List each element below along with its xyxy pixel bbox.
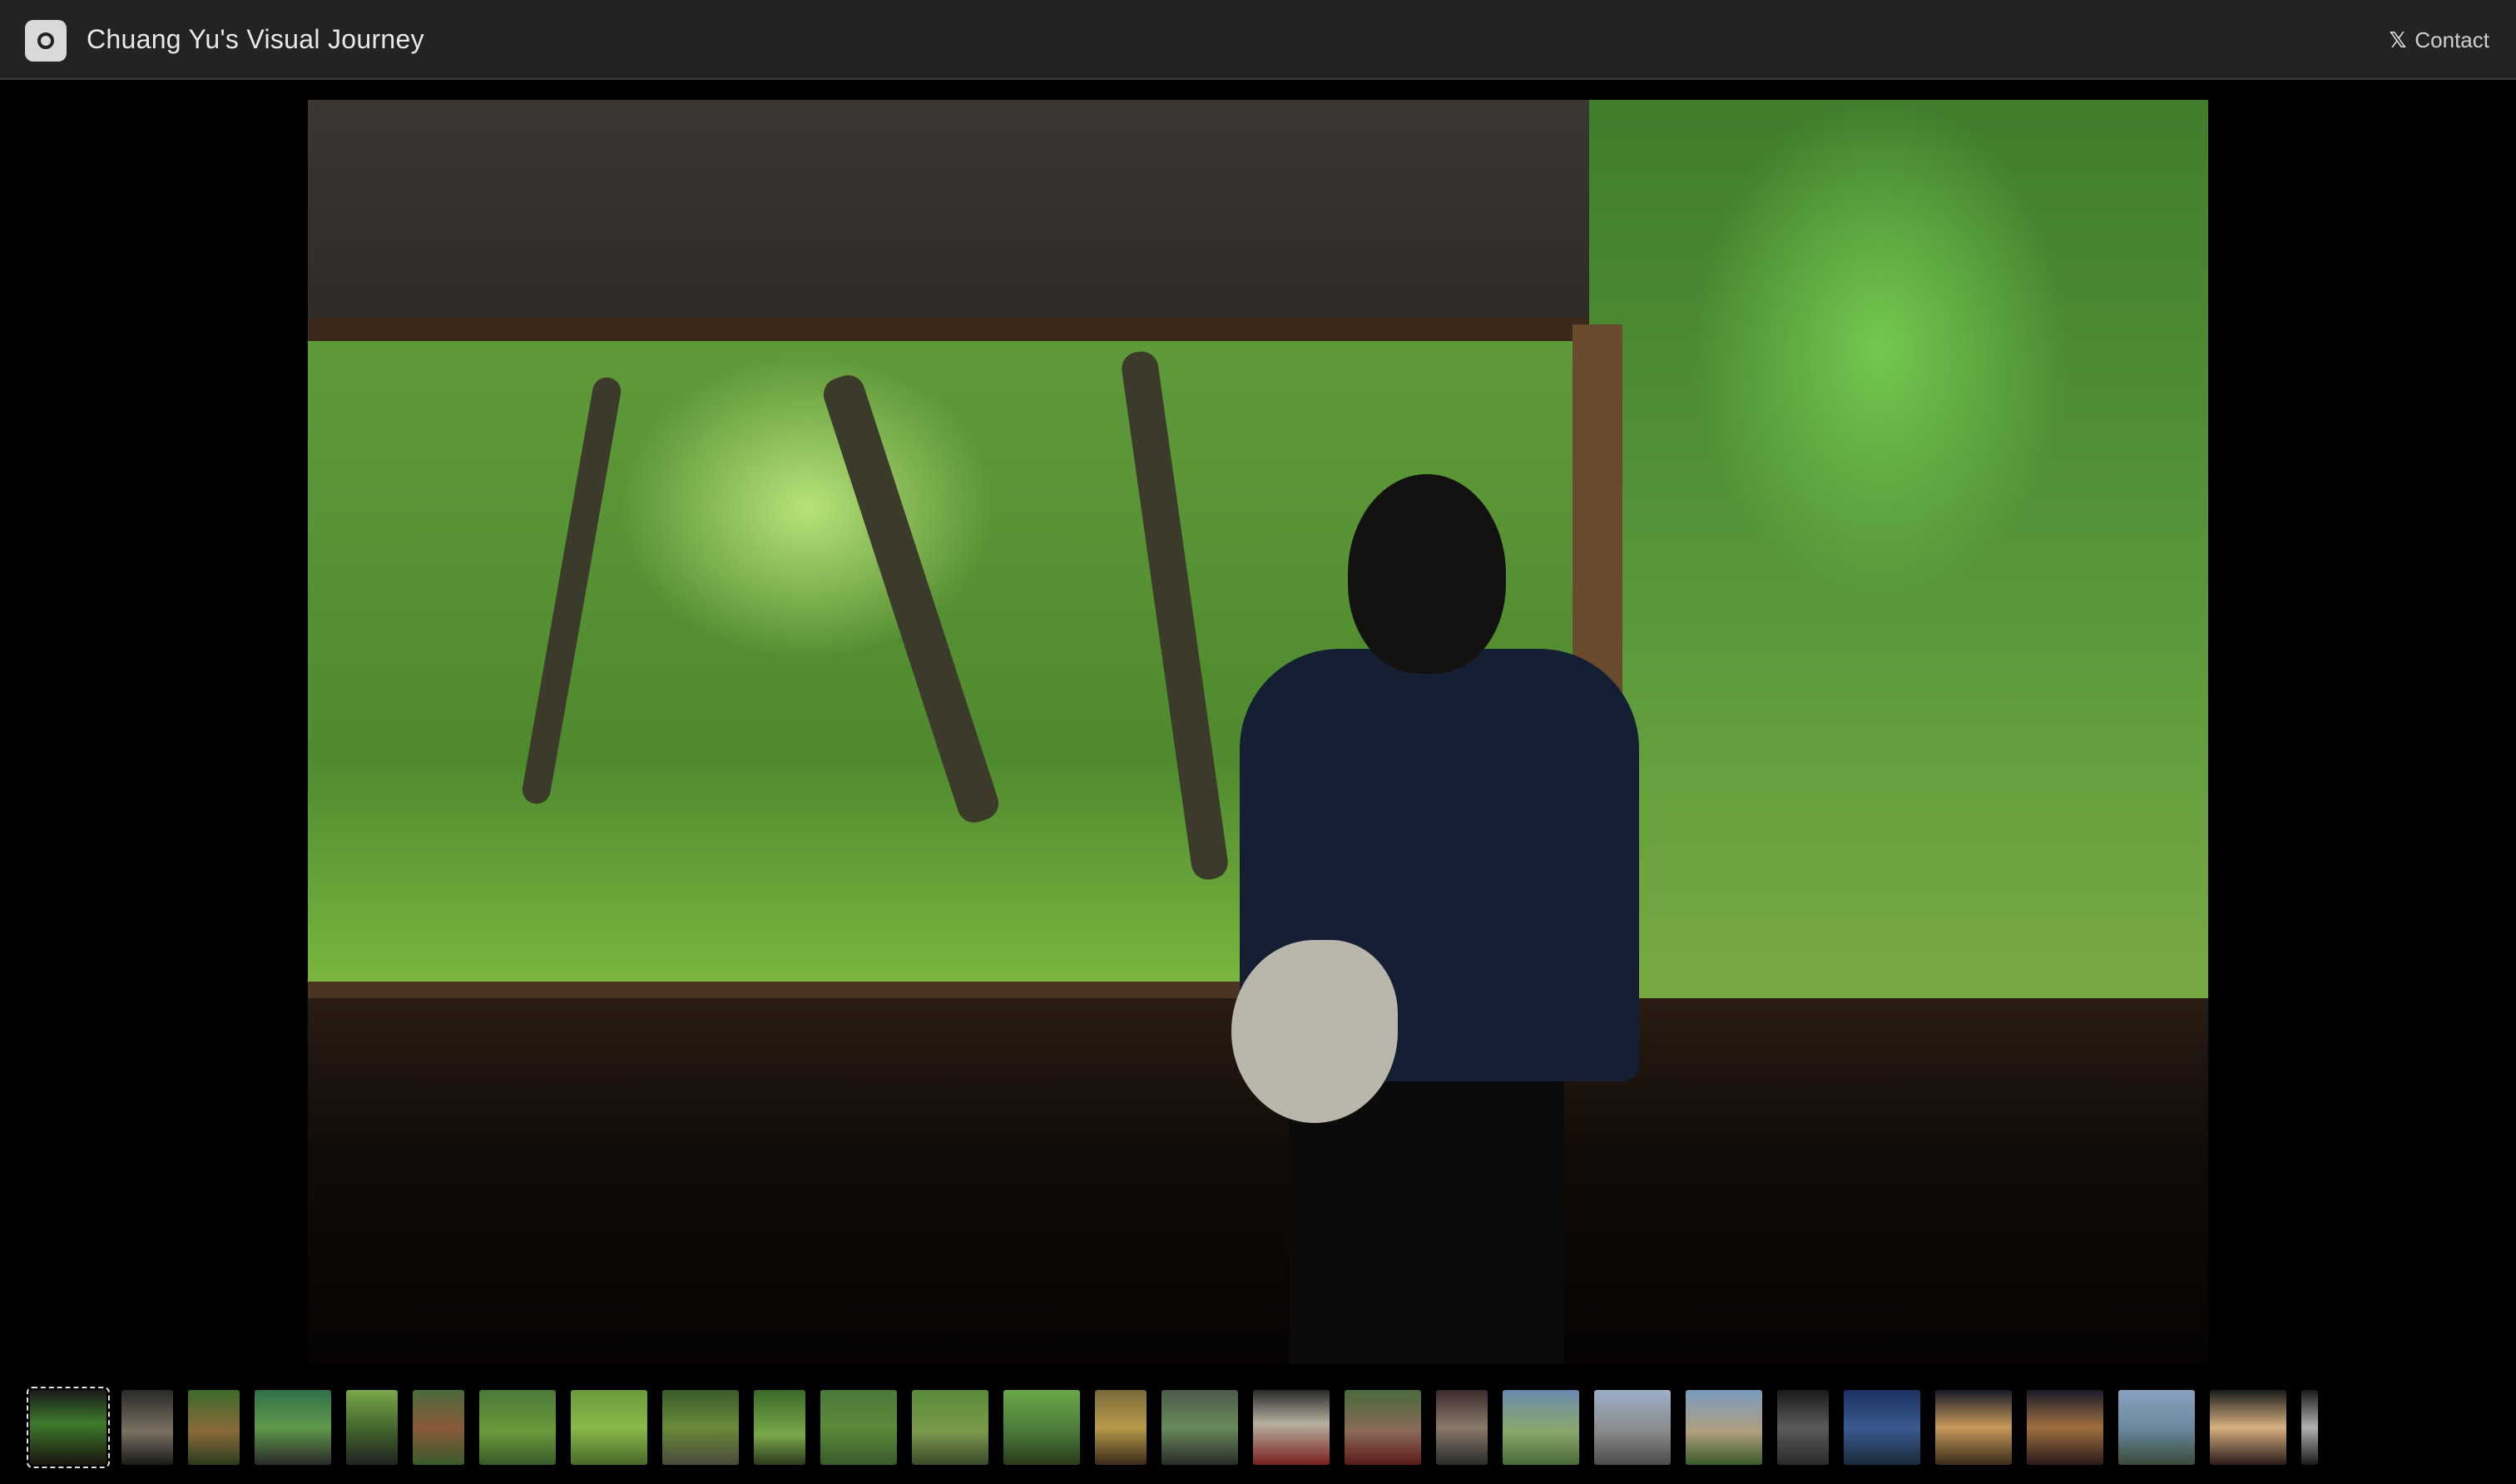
thumbnail[interactable] (1003, 1390, 1080, 1465)
camera-logo-icon[interactable] (25, 20, 67, 62)
thumbnail[interactable] (121, 1390, 173, 1465)
app-header: Chuang Yu's Visual Journey 𝕏 Contact (0, 0, 2516, 80)
thumbnail[interactable] (1686, 1390, 1762, 1465)
thumbnail[interactable] (1844, 1390, 1920, 1465)
thumbnail-filmstrip (0, 1378, 2516, 1484)
thumbnail[interactable] (571, 1390, 647, 1465)
thumbnail[interactable] (1345, 1390, 1421, 1465)
thumbnail[interactable] (1253, 1390, 1330, 1465)
thumbnail[interactable] (255, 1390, 331, 1465)
thumbnail[interactable] (1161, 1390, 1238, 1465)
thumbnail[interactable] (2210, 1390, 2286, 1465)
thumbnail[interactable] (1095, 1390, 1147, 1465)
thumbnail[interactable] (1935, 1390, 2012, 1465)
thumbnail[interactable] (346, 1390, 398, 1465)
thumbnail[interactable] (27, 1387, 110, 1468)
photo-viewer (0, 80, 2516, 1378)
x-logo-icon: 𝕏 (2389, 27, 2407, 52)
thumbnail[interactable] (2027, 1390, 2103, 1465)
app-title: Chuang Yu's Visual Journey (87, 24, 424, 54)
thumbnail[interactable] (1777, 1390, 1829, 1465)
thumbnail[interactable] (413, 1390, 464, 1465)
photo-person (1223, 474, 1656, 1364)
main-photo[interactable] (308, 100, 2208, 1364)
person-head (1348, 474, 1506, 674)
photo-garden-right (1589, 100, 2208, 1098)
thumbnail[interactable] (2301, 1390, 2318, 1465)
thumbnail-list (27, 1386, 2318, 1469)
thumbnail[interactable] (754, 1390, 805, 1465)
photo-beam (308, 318, 1589, 341)
thumbnail[interactable] (1594, 1390, 1671, 1465)
thumbnail[interactable] (2118, 1390, 2195, 1465)
thumbnail[interactable] (188, 1390, 240, 1465)
person-bag (1231, 940, 1398, 1123)
thumbnail[interactable] (1503, 1390, 1579, 1465)
thumbnail[interactable] (820, 1390, 897, 1465)
thumbnail[interactable] (912, 1390, 988, 1465)
contact-link[interactable]: 𝕏 Contact (2389, 25, 2489, 55)
thumbnail[interactable] (479, 1390, 556, 1465)
thumbnail[interactable] (662, 1390, 739, 1465)
contact-label: Contact (2414, 27, 2489, 52)
thumbnail[interactable] (1436, 1390, 1488, 1465)
